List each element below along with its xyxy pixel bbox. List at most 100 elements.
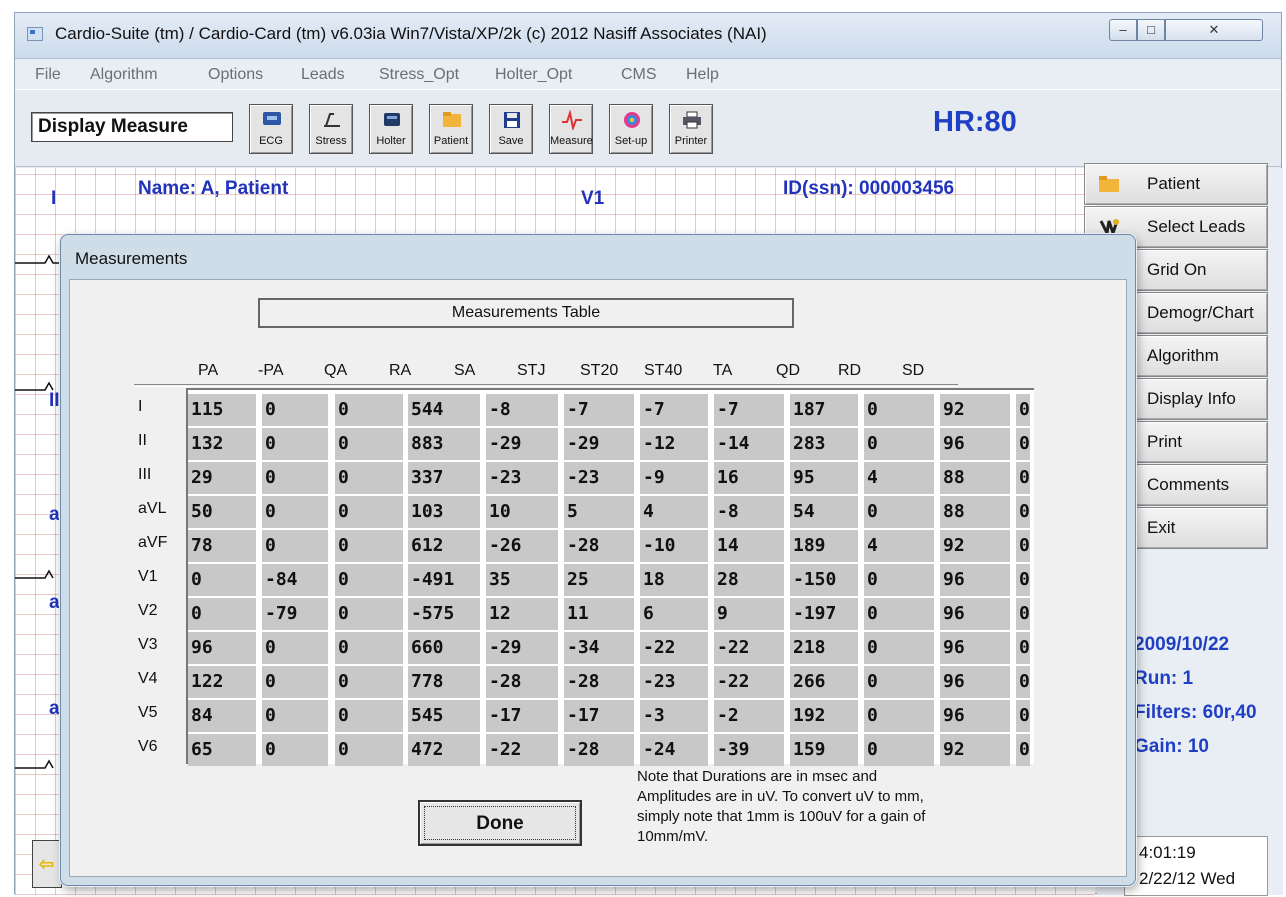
measure-button[interactable]: Measure	[549, 104, 593, 154]
menu-options[interactable]: Options	[208, 66, 263, 84]
col-head-ta: TA	[713, 362, 733, 379]
table-cell: 0	[1016, 428, 1030, 460]
stress-label: Stress	[315, 135, 347, 147]
save-button[interactable]: Save	[489, 104, 533, 154]
table-cell: -28	[486, 666, 558, 698]
toolbar: Display Measure ECG Stress Holter Patien…	[15, 89, 1281, 167]
patient-toolbar-button[interactable]: Patient	[429, 104, 473, 154]
window-title: Cardio-Suite (tm) / Cardio-Card (tm) v6.…	[55, 24, 767, 43]
note-line-4: 10mm/mV.	[637, 828, 709, 845]
stress-button[interactable]: Stress	[309, 104, 353, 154]
holter-button[interactable]: Holter	[369, 104, 413, 154]
table-cell: 192	[790, 700, 858, 732]
table-cell: 0	[864, 632, 934, 664]
title-bar[interactable]: Cardio-Suite (tm) / Cardio-Card (tm) v6.…	[15, 13, 1281, 59]
table-cell: 122	[188, 666, 256, 698]
printer-button[interactable]: Printer	[669, 104, 713, 154]
folder-icon	[443, 112, 461, 127]
save-label: Save	[498, 135, 524, 147]
table-cell: 0	[864, 564, 934, 596]
menu-stress-opt[interactable]: Stress_Opt	[379, 66, 459, 84]
gain-info: Gain: 10	[1134, 736, 1209, 757]
table-cell: 0	[262, 462, 328, 494]
close-window-button[interactable]: ✕	[1165, 19, 1263, 41]
menu-leads[interactable]: Leads	[301, 66, 345, 84]
table-cell: 50	[188, 496, 256, 528]
table-cell: 84	[188, 700, 256, 732]
table-cell: -79	[262, 598, 328, 630]
table-cell: 0	[1016, 530, 1030, 562]
dialog-body: Measurements Table PA -PA QA RA SA STJ S…	[69, 279, 1127, 877]
table-cell: 0	[262, 394, 328, 426]
table-cell: 88	[940, 462, 1010, 494]
table-title: Measurements Table	[258, 298, 794, 328]
table-cell: 92	[940, 530, 1010, 562]
menu-algorithm[interactable]: Algorithm	[90, 66, 158, 84]
table-cell: -8	[714, 496, 784, 528]
table-cell: -22	[714, 632, 784, 664]
table-cell: -22	[714, 666, 784, 698]
table-cell: 189	[790, 530, 858, 562]
ecg-icon	[263, 112, 281, 125]
clock-time: 4:01:19	[1139, 843, 1196, 862]
table-cell: 96	[940, 666, 1010, 698]
table-cell: 0	[335, 598, 403, 630]
table-cell: -12	[640, 428, 708, 460]
table-cell: 96	[940, 564, 1010, 596]
patient-side-button[interactable]: Patient	[1084, 163, 1268, 205]
table-cell: 0	[335, 734, 403, 766]
table-cell: -22	[486, 734, 558, 766]
row-label: I	[138, 398, 143, 415]
table-cell: 0	[1016, 394, 1030, 426]
table-cell: -7	[564, 394, 634, 426]
table-cell: 92	[940, 734, 1010, 766]
table-cell: -2	[714, 700, 784, 732]
table-cell: 96	[940, 428, 1010, 460]
table-cell: 4	[864, 530, 934, 562]
back-button[interactable]: ⇦	[32, 840, 62, 888]
setup-button[interactable]: Set-up	[609, 104, 653, 154]
heart-rate-readout: HR:80	[933, 106, 1017, 138]
table-cell: 96	[188, 632, 256, 664]
display-info-label: Display Info	[1147, 389, 1236, 408]
algorithm-side-label: Algorithm	[1147, 346, 1219, 365]
setup-label: Set-up	[614, 135, 648, 147]
table-cell: -7	[640, 394, 708, 426]
table-cell: 0	[864, 598, 934, 630]
col-head-qa: QA	[324, 362, 348, 379]
menu-cms[interactable]: CMS	[621, 66, 657, 84]
patient-toolbar-label: Patient	[433, 135, 469, 147]
printer-label: Printer	[674, 135, 708, 147]
menu-help[interactable]: Help	[686, 66, 719, 84]
done-button[interactable]: Done	[418, 800, 582, 846]
done-label: Done	[424, 806, 576, 840]
measure-label: Measure	[550, 135, 593, 147]
table-cell: -29	[486, 632, 558, 664]
col-head-pa: PA	[198, 362, 219, 379]
row-label: V4	[138, 670, 158, 687]
menu-holter-opt[interactable]: Holter_Opt	[495, 66, 572, 84]
table-cell: 12	[486, 598, 558, 630]
table-cell: 4	[640, 496, 708, 528]
minimize-button[interactable]: –	[1109, 19, 1137, 41]
maximize-button[interactable]: □	[1137, 19, 1165, 41]
table-cell: 88	[940, 496, 1010, 528]
table-cell: 0	[262, 632, 328, 664]
header-divider	[134, 384, 958, 387]
table-cell: 0	[864, 428, 934, 460]
printer-icon	[683, 111, 701, 129]
table-cell: 660	[408, 632, 480, 664]
table-cell: -39	[714, 734, 784, 766]
color-wheel-icon	[624, 112, 640, 128]
table-cell: 159	[790, 734, 858, 766]
table-cell: -29	[486, 428, 558, 460]
dialog-title: Measurements	[75, 249, 188, 268]
col-head-neg-pa: -PA	[258, 362, 284, 379]
folder-icon	[1099, 176, 1119, 192]
menu-file[interactable]: File	[35, 66, 61, 84]
table-cell: 11	[564, 598, 634, 630]
table-cell: 5	[564, 496, 634, 528]
ecg-button[interactable]: ECG	[249, 104, 293, 154]
row-label: II	[138, 432, 147, 449]
table-cell: 0	[262, 700, 328, 732]
